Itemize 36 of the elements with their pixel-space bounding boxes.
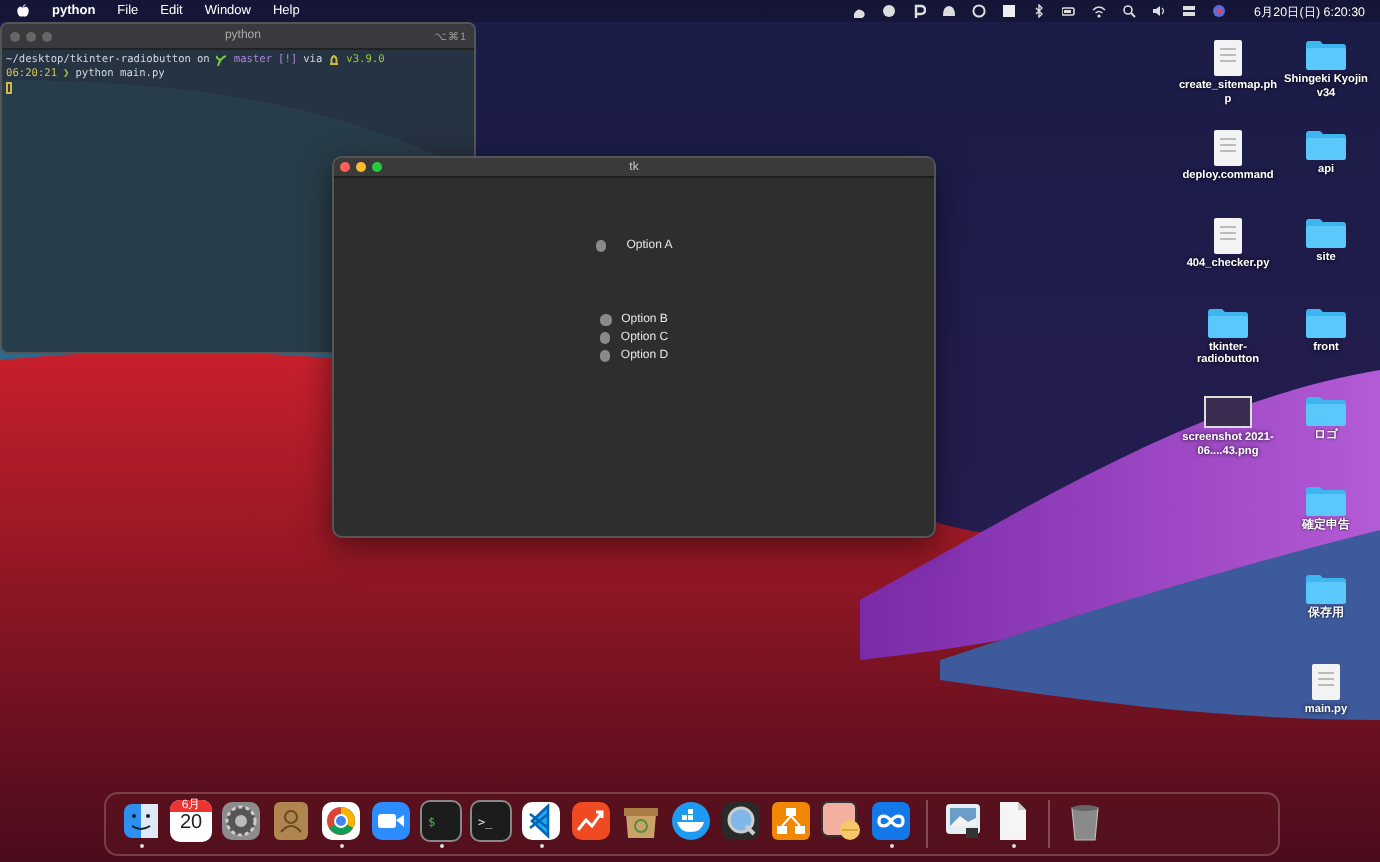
layered-window-icon[interactable] — [820, 800, 862, 842]
zoom-button[interactable] — [372, 162, 382, 172]
folder-icon[interactable] — [1306, 218, 1346, 248]
apple-icon[interactable] — [16, 4, 30, 18]
whale-icon[interactable] — [670, 800, 712, 842]
volume-icon[interactable] — [1151, 4, 1165, 18]
running-indicator — [339, 844, 343, 848]
wifi-icon[interactable] — [1091, 4, 1105, 18]
p-letter-icon[interactable] — [911, 4, 925, 18]
search-icon[interactable] — [1121, 4, 1135, 18]
flowchart-icon[interactable] — [770, 800, 812, 842]
running-indicator — [889, 844, 893, 848]
text-cursor — [6, 82, 12, 94]
close-button[interactable] — [340, 162, 350, 172]
photo-viewer-icon[interactable] — [942, 800, 984, 842]
running-indicator — [1011, 844, 1015, 848]
document-icon[interactable] — [1214, 129, 1242, 165]
dome-icon[interactable] — [941, 4, 955, 18]
bluetooth-icon[interactable] — [1031, 4, 1045, 18]
battery-icon[interactable] — [1061, 4, 1075, 18]
document-icon[interactable] — [1312, 663, 1340, 699]
control-center-icon[interactable] — [1181, 4, 1195, 18]
gear-icon[interactable] — [220, 800, 262, 842]
image-thumbnail[interactable] — [1204, 396, 1252, 428]
face-icon[interactable] — [120, 800, 162, 842]
minimize-button[interactable] — [356, 162, 366, 172]
running-indicator — [139, 844, 143, 848]
sprout-icon — [215, 54, 228, 66]
running-indicator — [439, 844, 443, 848]
disc-icon[interactable] — [881, 4, 895, 18]
infinity-icon[interactable] — [870, 800, 912, 842]
running-indicator — [539, 844, 543, 848]
circle-ring-icon[interactable] — [320, 800, 362, 842]
video-camera-icon[interactable] — [370, 800, 412, 842]
address-book-icon[interactable] — [270, 800, 312, 842]
folder-icon[interactable] — [1306, 40, 1346, 70]
